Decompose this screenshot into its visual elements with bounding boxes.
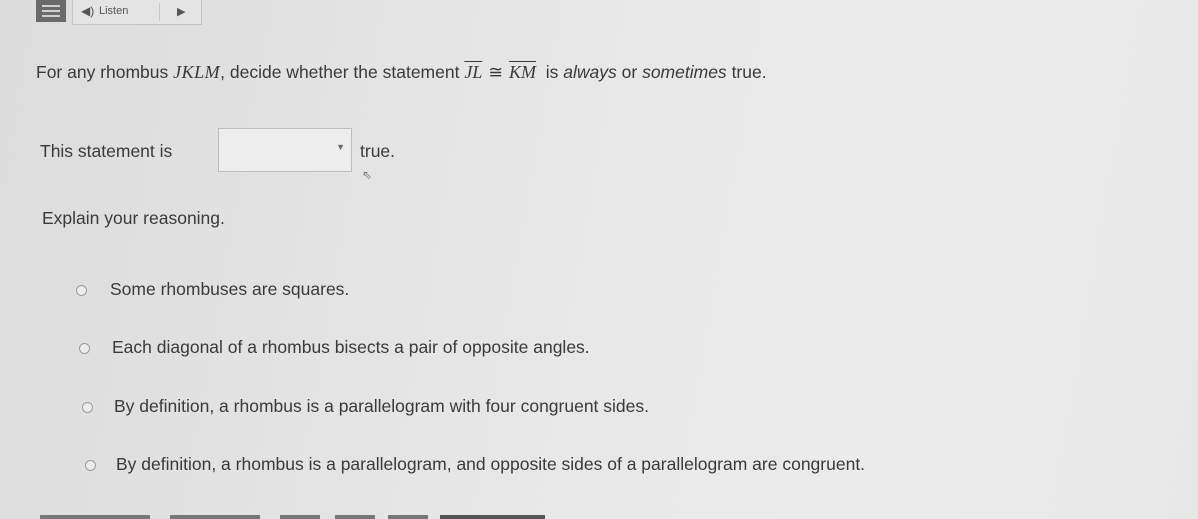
explain-label: Explain your reasoning. [42,208,225,228]
speaker-icon: ◀) [81,4,95,18]
figure-name: JKLM [173,62,221,82]
statement-before: This statement is [40,141,173,161]
bottom-button[interactable] [40,515,150,519]
statement-after: true. [360,141,396,161]
question-suffix-true: true. [731,62,767,82]
bottom-button[interactable] [440,515,545,519]
option-2[interactable]: Each diagonal of a rhombus bisects a pai… [112,337,590,358]
listen-button[interactable]: ◀) Listen ▶ [72,0,202,25]
radio-icon[interactable] [76,285,87,296]
listen-label: Listen [99,5,129,17]
bottom-button[interactable] [280,515,320,519]
bottom-button[interactable] [388,515,428,519]
radio-icon[interactable] [82,402,93,413]
always-sometimes-select[interactable]: ▼ [218,128,352,172]
question-text: For any rhombus JKLM, decide whether the… [36,62,767,83]
question-middle: , decide whether the statement [220,62,460,82]
bottom-button[interactable] [335,515,375,519]
play-icon[interactable]: ▶ [177,5,185,18]
option-3[interactable]: By definition, a rhombus is a parallelog… [114,396,649,417]
segment-jl: JL [464,62,483,82]
menu-icon[interactable] [36,0,66,22]
word-always: always [563,62,617,82]
option-1[interactable]: Some rhombuses are squares. [110,279,349,300]
option-4[interactable]: By definition, a rhombus is a parallelog… [116,454,865,475]
question-prefix: For any rhombus [36,62,169,82]
chevron-down-icon: ▼ [336,142,345,152]
mouse-cursor-icon: ⇖ [362,168,373,182]
bottom-button[interactable] [170,515,260,519]
congruent-symbol: ≅ [488,62,504,82]
word-sometimes: sometimes [642,62,727,82]
segment-km: KM [509,62,537,82]
question-suffix-is: is [545,62,559,82]
radio-icon[interactable] [85,460,96,471]
radio-icon[interactable] [79,343,90,354]
word-or: or [621,62,638,82]
listen-divider [159,3,160,21]
